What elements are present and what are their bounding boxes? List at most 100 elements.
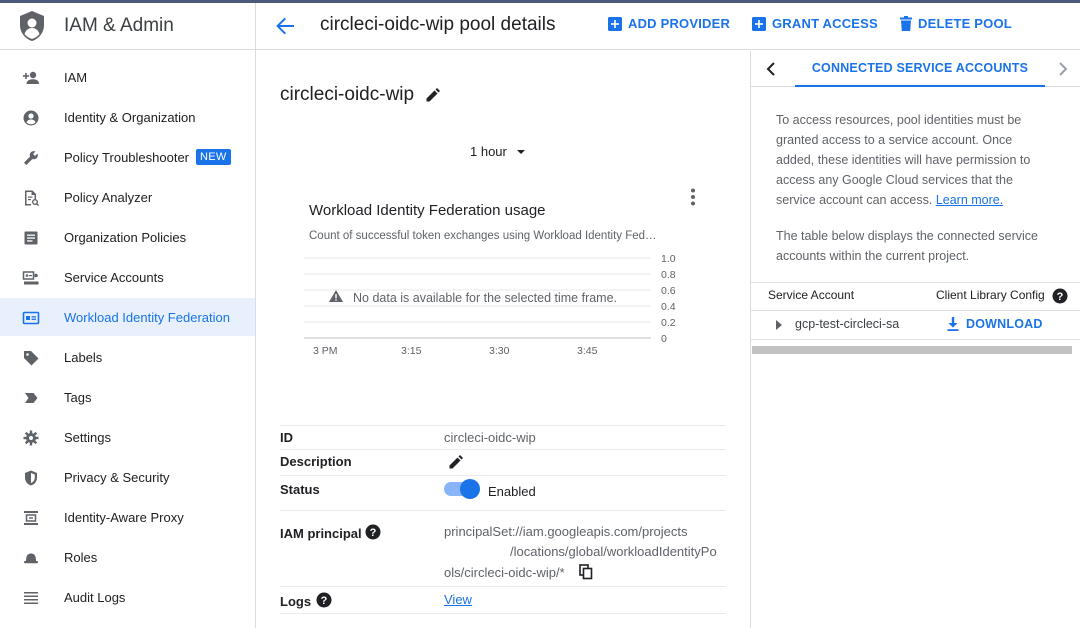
page-header: circleci-oidc-wip pool details ADD PROVI… — [256, 3, 1080, 50]
download-icon — [947, 317, 959, 331]
table-row-divider — [751, 339, 1080, 340]
time-range-dropdown[interactable]: 1 hour — [470, 144, 531, 159]
wrench-icon — [24, 151, 38, 165]
access-description-line: added, these identities will have permis… — [776, 153, 1031, 167]
page-title: circleci-oidc-wip pool details — [320, 14, 556, 35]
sidebar-item-label: Audit Logs — [64, 589, 126, 605]
chart-x-ticks: 3 PM 3:15 3:30 3:45 — [313, 345, 598, 357]
status-label: Status — [280, 482, 320, 497]
access-description: To access resources, pool identities mus… — [776, 110, 1056, 210]
dropdown-arrow-icon — [516, 149, 525, 154]
svg-text:?: ? — [1057, 291, 1064, 303]
learn-more-link[interactable]: Learn more. — [936, 193, 1003, 207]
col-header-client-library-config: Client Library Config — [936, 288, 1045, 302]
horizontal-scrollbar[interactable] — [752, 346, 1072, 354]
sidebar-item-identity-organization[interactable]: Identity & Organization — [0, 98, 255, 136]
iam-principal-line2: /locations/global/workloadIdentityPo — [510, 544, 717, 559]
iam-principal-line3: ols/circleci-oidc-wip/* — [444, 565, 565, 580]
sidebar-header: IAM & Admin — [0, 3, 255, 50]
more-vert-icon[interactable] — [683, 187, 703, 207]
sidebar-item-label: Privacy & Security — [64, 469, 170, 485]
sidebar-item-policy-troubleshooter[interactable]: Policy Troubleshooter NEW — [0, 138, 255, 176]
new-badge: NEW — [196, 149, 231, 165]
list-document-icon — [24, 231, 38, 245]
copy-icon[interactable] — [579, 564, 593, 580]
help-icon[interactable]: ? — [1052, 288, 1068, 304]
document-search-icon — [25, 190, 40, 207]
sidebar-item-identity-aware-proxy[interactable]: Identity-Aware Proxy — [0, 498, 255, 536]
sidebar-item-label: Identity-Aware Proxy — [64, 509, 184, 525]
back-arrow-icon[interactable] — [274, 15, 296, 37]
add-box-icon — [608, 16, 622, 31]
details-divider — [280, 613, 726, 614]
sidebar-item-label: IAM — [64, 69, 88, 85]
account-circle-icon — [23, 110, 39, 126]
person-add-icon — [23, 71, 39, 84]
x-tick-label: 3:45 — [577, 345, 598, 357]
sidebar-item-roles[interactable]: Roles — [0, 538, 255, 576]
sidebar-item-service-accounts[interactable]: Service Accounts — [0, 258, 255, 296]
table-top-divider — [751, 282, 1080, 283]
label-tag-icon — [24, 351, 39, 366]
chevron-right-icon[interactable] — [1053, 59, 1073, 79]
pool-name-heading: circleci-oidc-wip — [280, 84, 415, 105]
grant-access-button[interactable]: GRANT ACCESS — [752, 16, 878, 31]
add-provider-button[interactable]: ADD PROVIDER — [608, 16, 730, 31]
x-tick-label: 3:30 — [489, 345, 510, 357]
x-tick-label: 3:15 — [401, 345, 422, 357]
sidebar-item-workload-identity-federation[interactable]: Workload Identity Federation — [0, 298, 255, 336]
no-data-message: No data is available for the selected ti… — [329, 290, 617, 305]
expand-row-triangle-icon[interactable] — [775, 319, 783, 331]
chart-subtitle: Count of successful token exchanges usin… — [309, 230, 657, 242]
sidebar-item-tags[interactable]: Tags — [0, 378, 255, 416]
details-divider — [280, 449, 726, 450]
table-description-line: accounts within the current project. — [776, 249, 970, 263]
sidebar-item-label: Organization Policies — [64, 229, 187, 245]
usage-chart: 1.0 0.8 0.6 0.4 0.2 0 3 PM 3:15 3:30 3:45 No dat… — [304, 253, 676, 357]
sidebar-item-label: Service Accounts — [64, 269, 164, 285]
edit-description-pencil-icon[interactable] — [447, 453, 465, 471]
sidebar-item-label: Policy Analyzer — [64, 189, 153, 205]
logs-view-link[interactable]: View — [444, 592, 472, 607]
logs-label: Logs — [280, 594, 312, 609]
status-toggle[interactable] — [444, 479, 480, 499]
sidebar-item-label: Roles — [64, 549, 98, 565]
id-card-icon — [22, 311, 40, 325]
y-tick-label: 0.6 — [661, 285, 676, 297]
sidebar-item-privacy-security[interactable]: Privacy & Security — [0, 458, 255, 496]
grant-access-label: GRANT ACCESS — [772, 16, 878, 31]
y-tick-label: 0.2 — [661, 317, 676, 329]
sidebar-item-label: Settings — [64, 429, 111, 445]
sidebar-item-label: Workload Identity Federation — [64, 309, 230, 325]
add-box-icon — [752, 16, 766, 31]
list-lines-icon — [24, 592, 38, 604]
no-data-text: No data is available for the selected ti… — [353, 291, 617, 305]
trash-icon — [900, 16, 912, 31]
tab-connected-service-accounts[interactable]: CONNECTED SERVICE ACCOUNTS — [795, 51, 1045, 87]
download-button[interactable]: DOWNLOAD — [946, 316, 1043, 332]
sidebar-item-label: Tags — [64, 389, 92, 405]
sidebar-item-audit-logs[interactable]: Audit Logs — [0, 578, 255, 616]
sidebar-item-labels[interactable]: Labels — [0, 338, 255, 376]
help-icon[interactable]: ? — [316, 592, 332, 608]
sidebar-item-label: Policy Troubleshooter — [64, 149, 190, 165]
id-value: circleci-oidc-wip — [444, 430, 536, 445]
delete-pool-label: DELETE POOL — [918, 16, 1012, 31]
y-tick-label: 0.4 — [661, 301, 676, 313]
service-account-name: gcp-test-circleci-sa — [795, 317, 900, 331]
edit-pencil-icon[interactable] — [424, 86, 442, 104]
description-label: Description — [280, 454, 352, 469]
sidebar-item-policy-analyzer[interactable]: Policy Analyzer — [0, 178, 255, 216]
chart-title: Workload Identity Federation usage — [309, 202, 546, 219]
sidebar-item-settings[interactable]: Settings — [0, 418, 255, 456]
delete-pool-button[interactable]: DELETE POOL — [900, 16, 1012, 31]
time-range-label: 1 hour — [470, 144, 507, 159]
help-icon[interactable]: ? — [365, 524, 381, 540]
sidebar-item-organization-policies[interactable]: Organization Policies — [0, 218, 255, 256]
y-tick-label: 0 — [661, 333, 667, 345]
table-description-line: The table below displays the connected s… — [776, 229, 1038, 243]
roles-hat-icon — [24, 553, 38, 564]
sidebar-item-iam[interactable]: IAM — [0, 58, 255, 96]
sidebar-item-label: Labels — [64, 349, 103, 365]
chevron-left-icon[interactable] — [761, 59, 781, 79]
